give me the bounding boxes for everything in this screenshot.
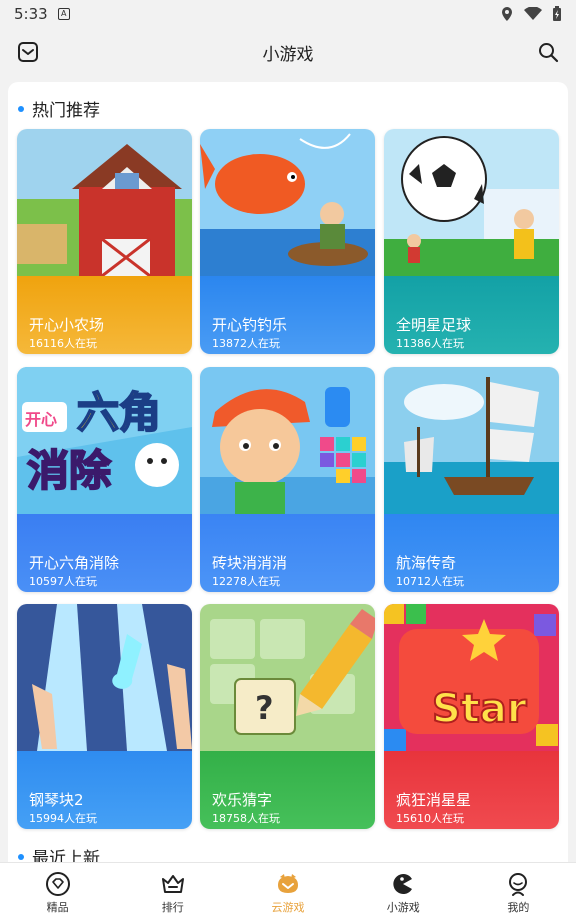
game-players: 15610人在玩 bbox=[396, 812, 464, 825]
game-card-star[interactable]: Star 疯狂消星星 15610人在玩 bbox=[384, 604, 559, 829]
game-card-fishing[interactable]: 开心钓钓乐 13872人在玩 bbox=[200, 129, 375, 354]
game-players: 11386人在玩 bbox=[396, 337, 464, 350]
game-players: 13872人在玩 bbox=[212, 337, 280, 350]
game-name: 全明星足球 bbox=[396, 316, 472, 334]
game-players: 15994人在玩 bbox=[29, 812, 97, 825]
title-bar: 小游戏 bbox=[0, 28, 576, 76]
svg-text:六角: 六角 bbox=[77, 388, 161, 437]
game-info: 开心小农场 16116人在玩 bbox=[17, 276, 192, 354]
nav-item-cloud-game[interactable]: 云游戏 bbox=[230, 863, 345, 921]
game-name: 开心小农场 bbox=[29, 316, 105, 334]
game-info: 全明星足球 11386人在玩 bbox=[384, 276, 559, 354]
game-art-fishing bbox=[200, 129, 375, 276]
game-card-piano[interactable]: 钢琴块2 15994人在玩 bbox=[17, 604, 192, 829]
game-name: 航海传奇 bbox=[396, 554, 457, 572]
svg-text:?: ? bbox=[255, 689, 274, 727]
svg-text:开心: 开心 bbox=[25, 410, 57, 429]
nav-label: 云游戏 bbox=[271, 901, 305, 914]
game-name: 砖块消消消 bbox=[212, 554, 288, 572]
nav-item-featured[interactable]: 精品 bbox=[0, 863, 115, 921]
game-info: 航海传奇 10712人在玩 bbox=[384, 514, 559, 592]
section-dot bbox=[18, 853, 24, 860]
game-info: 砖块消消消 12278人在玩 bbox=[200, 514, 375, 592]
nav-item-mini-game[interactable]: 小游戏 bbox=[346, 863, 461, 921]
game-players: 10597人在玩 bbox=[29, 575, 97, 588]
crown-icon bbox=[161, 875, 184, 893]
game-art-guess-word: ? bbox=[200, 604, 375, 751]
page-title: 小游戏 bbox=[262, 44, 314, 65]
nav-label: 精品 bbox=[46, 901, 69, 914]
game-info: 疯狂消星星 15610人在玩 bbox=[384, 751, 559, 829]
game-name: 开心钓钓乐 bbox=[212, 316, 288, 334]
game-art-football bbox=[384, 129, 559, 276]
nav-label: 小游戏 bbox=[386, 901, 420, 914]
section-hot: 热门推荐 bbox=[18, 96, 100, 121]
pacman-icon bbox=[393, 874, 413, 894]
sim-badge: A bbox=[57, 8, 70, 20]
search-icon[interactable] bbox=[536, 40, 560, 64]
game-art-farm bbox=[17, 129, 192, 276]
game-art-piano bbox=[17, 604, 192, 751]
game-players: 12278人在玩 bbox=[212, 575, 280, 588]
message-icon[interactable] bbox=[16, 40, 40, 64]
game-card-sailing[interactable]: 航海传奇 10712人在玩 bbox=[384, 367, 559, 592]
game-art-hexagon: 开心 六角 消除 bbox=[17, 367, 192, 514]
game-info: 开心钓钓乐 13872人在玩 bbox=[200, 276, 375, 354]
game-name: 欢乐猜字 bbox=[212, 791, 273, 809]
games-panel: 热门推荐 开心小农场 16116人在玩 开心钓钓乐 13872人在玩 全明星足球… bbox=[8, 82, 568, 882]
game-card-guess-word[interactable]: ? 欢乐猜字 18758人在玩 bbox=[200, 604, 375, 829]
wifi-icon bbox=[524, 7, 542, 20]
bottom-nav: 精品 排行 云游戏 小游戏 我的 bbox=[0, 862, 576, 921]
status-bar: 5:33 A bbox=[0, 0, 576, 28]
game-card-farm[interactable]: 开心小农场 16116人在玩 bbox=[17, 129, 192, 354]
game-players: 10712人在玩 bbox=[396, 575, 464, 588]
game-card-bricks[interactable]: 砖块消消消 12278人在玩 bbox=[200, 367, 375, 592]
svg-text:Star: Star bbox=[432, 686, 527, 732]
section-dot bbox=[18, 105, 24, 112]
cloud-game-icon bbox=[278, 874, 298, 893]
game-info: 钢琴块2 15994人在玩 bbox=[17, 751, 192, 829]
game-card-hexagon[interactable]: 开心 六角 消除 开心六角消除 10597人在玩 bbox=[17, 367, 192, 592]
game-players: 18758人在玩 bbox=[212, 812, 280, 825]
diamond-icon bbox=[45, 872, 70, 896]
game-card-football[interactable]: 全明星足球 11386人在玩 bbox=[384, 129, 559, 354]
status-time: 5:33 bbox=[14, 5, 48, 23]
game-art-bricks bbox=[200, 367, 375, 514]
game-name: 开心六角消除 bbox=[29, 554, 120, 572]
game-art-star: Star bbox=[384, 604, 559, 751]
nav-item-mine[interactable]: 我的 bbox=[461, 863, 576, 921]
game-players: 16116人在玩 bbox=[29, 337, 97, 350]
nav-label: 排行 bbox=[161, 901, 184, 914]
game-info: 欢乐猜字 18758人在玩 bbox=[200, 751, 375, 829]
location-icon bbox=[502, 7, 512, 21]
section-title: 热门推荐 bbox=[32, 101, 100, 121]
game-name: 疯狂消星星 bbox=[396, 791, 472, 809]
nav-item-ranking[interactable]: 排行 bbox=[115, 863, 230, 921]
game-art-sailing bbox=[384, 367, 559, 514]
game-info: 开心六角消除 10597人在玩 bbox=[17, 514, 192, 592]
battery-icon bbox=[553, 6, 561, 21]
game-name: 钢琴块2 bbox=[29, 791, 84, 809]
nav-label: 我的 bbox=[507, 901, 530, 914]
svg-text:消除: 消除 bbox=[27, 446, 112, 495]
profile-icon bbox=[509, 873, 528, 896]
